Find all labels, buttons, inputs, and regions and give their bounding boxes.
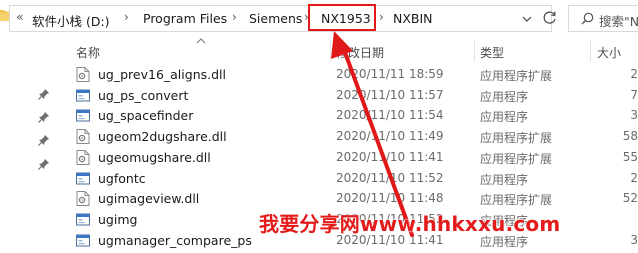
file-name: ugeom2dugshare.dll: [98, 129, 227, 145]
address-bar[interactable]: « 软件小栈 (D:) › Program Files › Siemens › …: [9, 5, 552, 32]
column-divider[interactable]: [474, 40, 475, 62]
address-bar-area: « 软件小栈 (D:) › Program Files › Siemens › …: [0, 0, 638, 36]
search-icon: [581, 12, 594, 25]
file-size: 2: [630, 170, 638, 185]
file-date: 2020/11/10 11:49: [336, 129, 444, 144]
overflow-chevron[interactable]: «: [16, 9, 24, 24]
file-size: 52: [622, 191, 638, 206]
file-row[interactable]: ugimageview.dll 2020/11/10 11:48 应用程序扩展 52: [66, 188, 638, 209]
crumb-drive[interactable]: 软件小栈 (D:): [32, 11, 110, 30]
file-size: 7: [630, 87, 638, 102]
crumb-separator[interactable]: ›: [232, 10, 237, 24]
file-size: 2: [630, 67, 638, 81]
pin-icon[interactable]: [38, 134, 50, 146]
crumb-siemens[interactable]: Siemens: [249, 11, 302, 26]
column-divider[interactable]: [590, 40, 591, 62]
column-header-name[interactable]: 名称: [76, 44, 100, 61]
file-date: 2020/11/10 11:57: [336, 87, 444, 102]
file-name: ugimg: [98, 211, 138, 227]
file-date: 2020/11/10 11:41: [336, 149, 444, 164]
search-placeholder: 搜索"N: [599, 14, 638, 29]
column-header-date[interactable]: 修改日期: [336, 44, 384, 61]
file-type: 应用程序扩展: [480, 131, 553, 146]
chevron-down-icon[interactable]: [520, 12, 534, 26]
column-header-type[interactable]: 类型: [480, 44, 504, 61]
navigation-pane: [0, 36, 62, 253]
file-date: 2020/11/10 11:52: [336, 170, 444, 185]
file-name: ugfontc: [98, 170, 146, 186]
highlight-box: [308, 4, 376, 31]
file-size: 3: [630, 108, 638, 123]
pin-icon[interactable]: [38, 158, 50, 170]
file-row[interactable]: ugeomugshare.dll 2020/11/10 11:41 应用程序扩展 55: [66, 147, 638, 168]
file-type: 应用程序扩展: [480, 151, 553, 166]
search-box[interactable]: 搜索"N: [568, 5, 638, 32]
file-name: ugeomugshare.dll: [98, 149, 211, 165]
file-date: 2020/11/11 18:59: [336, 67, 444, 81]
exe-icon: [76, 108, 90, 123]
file-name: ug_ps_convert: [98, 87, 189, 103]
pin-icon[interactable]: [38, 111, 50, 123]
dll-icon: [76, 67, 90, 82]
column-divider[interactable]: [330, 40, 331, 62]
dll-icon: [76, 191, 90, 207]
file-type: 应用程序: [480, 89, 529, 104]
exe-icon: [76, 233, 90, 248]
file-name: ugimageview.dll: [98, 191, 200, 207]
sort-up-icon: [196, 38, 206, 44]
file-type: 应用程序扩展: [480, 193, 553, 208]
crumb-nxbin[interactable]: NXBIN: [393, 11, 433, 26]
exe-icon: [76, 171, 90, 186]
file-row[interactable]: ug_ps_convert 2020/11/10 11:57 应用程序 7: [66, 85, 638, 106]
file-name: ugmanager_compare_ps: [98, 232, 252, 248]
file-row[interactable]: ugeom2dugshare.dll 2020/11/10 11:49 应用程序扩展…: [66, 126, 638, 147]
file-name: ug_prev16_aligns.dll: [98, 67, 226, 82]
file-type: 应用程序扩展: [480, 69, 553, 83]
crumb-separator[interactable]: ›: [379, 10, 384, 24]
file-size: 55: [622, 149, 638, 164]
exe-icon: [76, 212, 90, 227]
file-size: 3: [630, 232, 638, 247]
file-type: 应用程序: [480, 172, 529, 187]
refresh-icon[interactable]: [542, 10, 558, 26]
crumb-program-files[interactable]: Program Files: [143, 11, 227, 26]
pin-icon[interactable]: [38, 88, 50, 100]
file-date: 2020/11/10 11:54: [336, 108, 444, 123]
watermark-text: 我要分享网www.hhkxxu.com: [259, 212, 561, 236]
exe-icon: [76, 88, 90, 103]
file-row[interactable]: ugfontc 2020/11/10 11:52 应用程序 2: [66, 168, 638, 189]
file-date: 2020/11/10 11:48: [336, 191, 444, 206]
crumb-separator[interactable]: ›: [124, 10, 129, 24]
file-name: ug_spacefinder: [98, 108, 194, 124]
file-row[interactable]: ug_spacefinder 2020/11/10 11:54 应用程序 3: [66, 105, 638, 126]
file-type: 应用程序: [480, 110, 529, 125]
column-header-size[interactable]: 大小: [597, 44, 621, 61]
file-size: 58: [622, 129, 638, 144]
dll-icon: [76, 149, 90, 165]
file-row[interactable]: ug_prev16_aligns.dll 2020/11/11 18:59 应用程序…: [66, 64, 638, 85]
dll-icon: [76, 129, 90, 145]
